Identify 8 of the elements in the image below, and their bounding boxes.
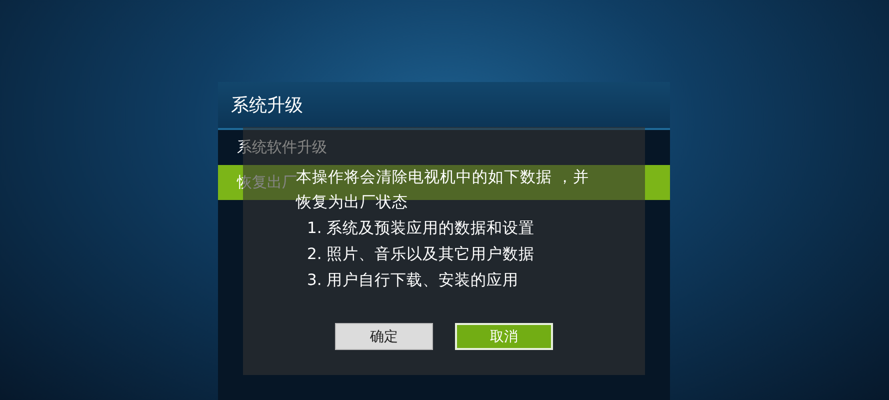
list-item: 1. 系统及预装应用的数据和设置 <box>307 218 536 239</box>
panel-title: 系统升级 <box>231 94 303 117</box>
list-item: 3. 用户自行下载、安装的应用 <box>307 270 520 291</box>
dialog-button[interactable]: 确定 <box>335 323 433 350</box>
dialog-button[interactable]: 取消 <box>455 323 553 350</box>
dialog-message: 本操作将会清除电视机中的如下数据 ，并恢复为出厂状态 <box>296 167 590 213</box>
list-item: 2. 照片、音乐以及其它用户数据 <box>307 244 536 265</box>
menu-item[interactable]: 系统软件升级 <box>237 138 327 157</box>
